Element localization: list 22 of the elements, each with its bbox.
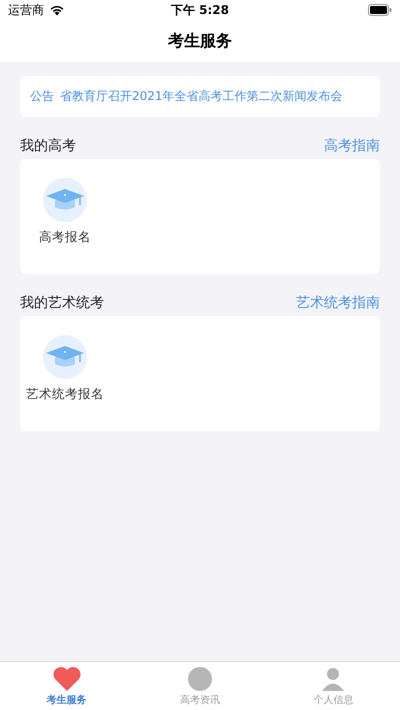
section-title: 我的艺术统考	[20, 294, 104, 312]
notice-banner[interactable]: 公告 省教育厅召开2021年全省高考工作第二次新闻发布会	[20, 76, 380, 117]
status-time: 下午 5:28	[170, 2, 230, 18]
heart-icon	[52, 666, 82, 692]
section-title: 我的高考	[20, 137, 76, 155]
battery-icon	[368, 4, 392, 16]
guide-link[interactable]: 高考指南	[324, 137, 380, 155]
person-icon	[320, 666, 346, 692]
notice-tag: 公告	[30, 88, 54, 105]
graduation-cap-icon	[42, 177, 88, 223]
wifi-icon	[49, 4, 65, 16]
service-item[interactable]: 高考报名	[20, 177, 110, 274]
tab[interactable]: 考生服务	[0, 662, 134, 710]
tab[interactable]: 个人信息	[266, 662, 400, 710]
service-item[interactable]: 艺术统考报名	[20, 334, 110, 431]
graduation-cap-icon	[42, 334, 88, 380]
carrier-name: 运营商	[8, 2, 44, 18]
circle-icon	[186, 666, 213, 692]
page-title: 考生服务	[168, 30, 232, 52]
guide-link[interactable]: 艺术统考指南	[296, 294, 380, 312]
tab[interactable]: 高考资讯	[133, 662, 267, 710]
notice-text: 省教育厅召开2021年全省高考工作第二次新闻发布会	[60, 88, 343, 105]
